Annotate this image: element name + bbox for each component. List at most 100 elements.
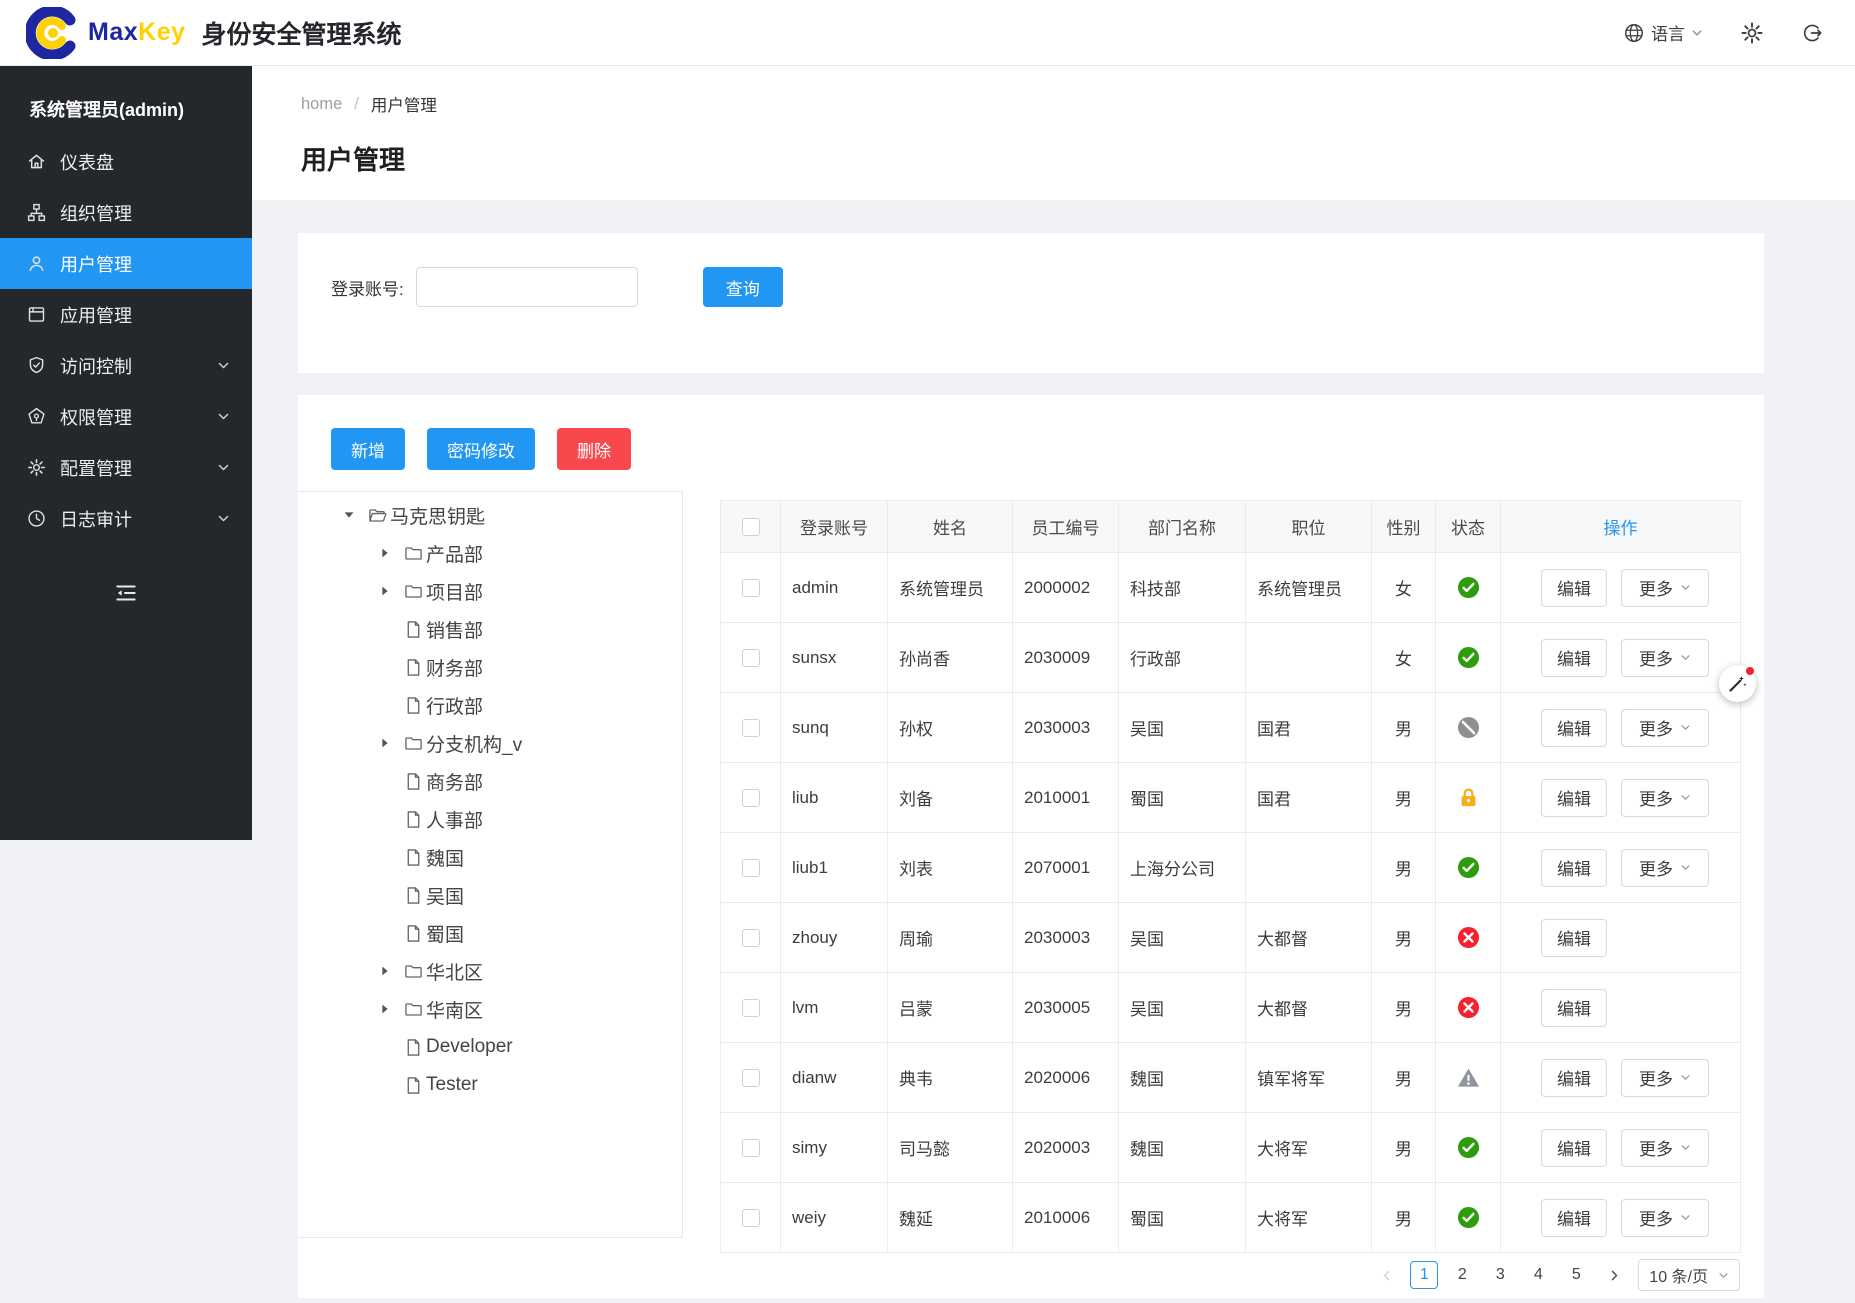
table-row: admin系统管理员2000002科技部系统管理员女编辑更多 xyxy=(721,553,1741,623)
query-button[interactable]: 查询 xyxy=(703,267,783,307)
tree-node[interactable]: 财务部 xyxy=(298,648,682,686)
tree-node[interactable]: 华南区 xyxy=(298,990,682,1028)
status-deleted-icon xyxy=(1457,926,1480,949)
edit-button[interactable]: 编辑 xyxy=(1541,1129,1607,1167)
tree-node[interactable]: 项目部 xyxy=(298,572,682,610)
tree-node[interactable]: 马克思钥匙 xyxy=(298,496,682,534)
clock-icon xyxy=(26,508,47,529)
cell-employee-id: 2020003 xyxy=(1013,1113,1119,1183)
cell-actions: 编辑更多 xyxy=(1501,1183,1741,1253)
cell-account: dianw xyxy=(781,1043,888,1113)
more-button[interactable]: 更多 xyxy=(1621,1129,1709,1167)
sidebar-item-org[interactable]: 组织管理 xyxy=(0,187,252,238)
sidebar-item-gear[interactable]: 配置管理 xyxy=(0,442,252,493)
row-checkbox[interactable] xyxy=(742,1069,760,1087)
search-panel: 登录账号: 查询 xyxy=(298,233,1764,373)
sidebar-collapse-button[interactable] xyxy=(0,567,252,619)
row-checkbox[interactable] xyxy=(742,719,760,737)
edit-button[interactable]: 编辑 xyxy=(1541,989,1607,1027)
maxkey-logo-icon xyxy=(26,7,78,59)
tree-node[interactable]: Developer xyxy=(298,1028,682,1066)
row-checkbox[interactable] xyxy=(742,859,760,877)
tree-node-label: 分支机构_v xyxy=(426,730,522,757)
header-select-all-cell xyxy=(721,501,781,553)
more-button[interactable]: 更多 xyxy=(1621,709,1709,747)
sidebar-item-clock[interactable]: 日志审计 xyxy=(0,493,252,544)
logout-icon[interactable] xyxy=(1801,22,1823,44)
sidebar-item-home[interactable]: 仪表盘 xyxy=(0,136,252,187)
edit-button[interactable]: 编辑 xyxy=(1541,1059,1607,1097)
breadcrumb-home-link[interactable]: home xyxy=(301,95,342,114)
row-checkbox[interactable] xyxy=(742,649,760,667)
edit-button[interactable]: 编辑 xyxy=(1541,1199,1607,1237)
caret-right-icon xyxy=(378,964,392,978)
tree-node[interactable]: 魏国 xyxy=(298,838,682,876)
more-button[interactable]: 更多 xyxy=(1621,849,1709,887)
pagination-next-button[interactable] xyxy=(1600,1261,1628,1289)
pagination-page-3[interactable]: 3 xyxy=(1486,1261,1514,1289)
tree-node[interactable]: 分支机构_v xyxy=(298,724,682,762)
more-button[interactable]: 更多 xyxy=(1621,779,1709,817)
tree-node[interactable]: 吴国 xyxy=(298,876,682,914)
cell-department: 吴国 xyxy=(1119,973,1246,1043)
page-size-select[interactable]: 10 条/页 xyxy=(1638,1259,1740,1291)
delete-button[interactable]: 删除 xyxy=(557,428,631,470)
cell-name: 孙尚香 xyxy=(888,623,1013,693)
more-button[interactable]: 更多 xyxy=(1621,1059,1709,1097)
select-all-checkbox[interactable] xyxy=(742,518,760,536)
pagination-prev-button[interactable] xyxy=(1372,1261,1400,1289)
cell-department: 科技部 xyxy=(1119,553,1246,623)
tree-node[interactable]: 华北区 xyxy=(298,952,682,990)
add-button[interactable]: 新增 xyxy=(331,428,405,470)
pagination-page-2[interactable]: 2 xyxy=(1448,1261,1476,1289)
row-checkbox[interactable] xyxy=(742,999,760,1017)
more-button[interactable]: 更多 xyxy=(1621,1199,1709,1237)
edit-button[interactable]: 编辑 xyxy=(1541,919,1607,957)
row-checkbox[interactable] xyxy=(742,929,760,947)
tree-node[interactable]: 产品部 xyxy=(298,534,682,572)
login-account-input[interactable] xyxy=(416,267,638,307)
tree-node[interactable]: 蜀国 xyxy=(298,914,682,952)
change-password-button[interactable]: 密码修改 xyxy=(427,428,535,470)
page-size-label: 10 条/页 xyxy=(1649,1263,1708,1287)
more-button[interactable]: 更多 xyxy=(1621,569,1709,607)
cell-position: 大都督 xyxy=(1246,903,1372,973)
row-select-cell xyxy=(721,763,781,833)
cell-department: 吴国 xyxy=(1119,903,1246,973)
row-checkbox[interactable] xyxy=(742,1139,760,1157)
pagination-page-1[interactable]: 1 xyxy=(1410,1261,1438,1289)
row-checkbox[interactable] xyxy=(742,1209,760,1227)
tree-node[interactable]: Tester xyxy=(298,1066,682,1104)
table-row: sunq孙权2030003吴国国君男编辑更多 xyxy=(721,693,1741,763)
sidebar-item-label: 仪表盘 xyxy=(60,149,114,175)
edit-button[interactable]: 编辑 xyxy=(1541,639,1607,677)
folder-icon xyxy=(404,582,423,601)
sidebar-item-app[interactable]: 应用管理 xyxy=(0,289,252,340)
row-checkbox[interactable] xyxy=(742,789,760,807)
chevron-down-icon xyxy=(1680,1072,1691,1083)
tree-node[interactable]: 销售部 xyxy=(298,610,682,648)
edit-button[interactable]: 编辑 xyxy=(1541,779,1607,817)
tree-node[interactable]: 行政部 xyxy=(298,686,682,724)
pagination-page-5[interactable]: 5 xyxy=(1562,1261,1590,1289)
tree-node[interactable]: 人事部 xyxy=(298,800,682,838)
chevron-down-icon xyxy=(217,410,230,423)
sidebar-item-cert[interactable]: 权限管理 xyxy=(0,391,252,442)
edit-button[interactable]: 编辑 xyxy=(1541,709,1607,747)
cell-employee-id: 2030005 xyxy=(1013,973,1119,1043)
edit-button[interactable]: 编辑 xyxy=(1541,849,1607,887)
file-icon xyxy=(404,658,423,677)
sidebar-item-shield[interactable]: 访问控制 xyxy=(0,340,252,391)
edit-button[interactable]: 编辑 xyxy=(1541,569,1607,607)
language-switcher[interactable]: 语言 xyxy=(1623,20,1703,45)
pagination-page-4[interactable]: 4 xyxy=(1524,1261,1552,1289)
more-button[interactable]: 更多 xyxy=(1621,639,1709,677)
sidebar-item-user[interactable]: 用户管理 xyxy=(0,238,252,289)
cell-name: 刘表 xyxy=(888,833,1013,903)
tree-node[interactable]: 商务部 xyxy=(298,762,682,800)
cell-account: sunq xyxy=(781,693,888,763)
cell-status xyxy=(1436,1113,1501,1183)
theme-tools-floating-button[interactable] xyxy=(1719,665,1756,702)
settings-gear-icon[interactable] xyxy=(1739,20,1765,46)
row-checkbox[interactable] xyxy=(742,579,760,597)
